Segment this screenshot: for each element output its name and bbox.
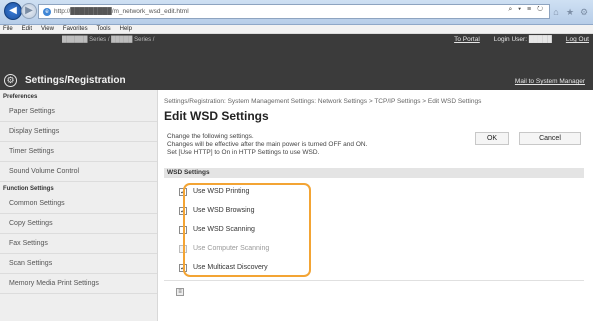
breadcrumb: Settings/Registration: System Management… — [164, 98, 482, 105]
address-bar[interactable]: e http://█████████/m_network_wsd_edit.ht… — [38, 4, 550, 19]
browser-icons: ⌂ ★ ⚙ — [551, 7, 589, 18]
page-icon: e — [43, 7, 51, 16]
sidebar-item-copy-settings[interactable]: Copy Settings — [0, 214, 157, 234]
login-user-name: █████ — [528, 36, 552, 43]
browser-toolbar: ◀ ▶ e http://█████████/m_network_wsd_edi… — [0, 0, 593, 25]
favorites-icon[interactable]: ★ — [565, 7, 575, 17]
app-header: ██████ Series / █████ Series / To Portal… — [0, 34, 593, 90]
url-text: http://█████████/m_network_wsd_edit.html — [54, 8, 189, 15]
menu-help[interactable]: Help — [120, 26, 132, 32]
instructions: Change the following settings. Changes w… — [167, 133, 367, 157]
highlight-box — [183, 183, 311, 277]
login-user: Login User: █████ — [494, 36, 552, 43]
forward-icon[interactable]: ▶ — [21, 3, 37, 19]
sidebar-item-scan-settings[interactable]: Scan Settings — [0, 254, 157, 274]
menu-favorites[interactable]: Favorites — [63, 26, 88, 32]
sidebar-item-memory-media-print-settings[interactable]: Memory Media Print Settings — [0, 274, 157, 294]
instruction-line: Set [Use HTTP] to On in HTTP Settings to… — [167, 149, 320, 156]
menu-tools[interactable]: Tools — [97, 26, 111, 32]
sidebar-item-sound-volume-control[interactable]: Sound Volume Control — [0, 162, 157, 182]
scroll-top-icon[interactable]: ≡ — [176, 288, 184, 296]
sidebar: Preferences Paper Settings Display Setti… — [0, 90, 158, 321]
settings-icon: ⚙ — [4, 73, 17, 87]
menu-file[interactable]: File — [3, 26, 13, 32]
login-user-label: Login User: — [493, 36, 528, 43]
app-title: Settings/Registration — [25, 74, 126, 86]
sidebar-item-timer-settings[interactable]: Timer Settings — [0, 142, 157, 162]
menu-bar: File Edit View Favorites Tools Help — [0, 25, 593, 34]
sidebar-item-display-settings[interactable]: Display Settings — [0, 122, 157, 142]
sidebar-item-paper-settings[interactable]: Paper Settings — [0, 102, 157, 122]
address-tools[interactable]: ⌕ ▾ ≡ ↻ — [508, 6, 545, 14]
log-out-link[interactable]: Log Out — [566, 36, 589, 43]
menu-view[interactable]: View — [41, 26, 54, 32]
sidebar-item-common-settings[interactable]: Common Settings — [0, 194, 157, 214]
mail-to-system-manager-link[interactable]: Mail to System Manager — [515, 78, 585, 85]
divider — [164, 280, 584, 281]
header-links: To Portal Login User: █████ Log Out — [454, 36, 589, 43]
sidebar-section-preferences: Preferences — [3, 94, 38, 100]
brand-bar: ⚙ Settings/Registration — [0, 70, 300, 90]
device-info: ██████ Series / █████ Series / — [62, 37, 155, 43]
home-icon[interactable]: ⌂ — [551, 7, 561, 17]
ok-button[interactable]: OK — [475, 132, 509, 145]
menu-edit[interactable]: Edit — [22, 26, 32, 32]
sidebar-section-function-settings: Function Settings — [3, 186, 54, 192]
back-icon[interactable]: ◀ — [4, 2, 22, 20]
sidebar-item-fax-settings[interactable]: Fax Settings — [0, 234, 157, 254]
instruction-line: Change the following settings. — [167, 133, 254, 140]
to-portal-link[interactable]: To Portal — [454, 36, 480, 43]
gear-icon[interactable]: ⚙ — [579, 7, 589, 17]
cancel-button[interactable]: Cancel — [519, 132, 581, 145]
page-title: Edit WSD Settings — [164, 109, 269, 123]
section-header-wsd-settings: WSD Settings — [164, 168, 584, 178]
instruction-line: Changes will be effective after the main… — [167, 141, 368, 148]
